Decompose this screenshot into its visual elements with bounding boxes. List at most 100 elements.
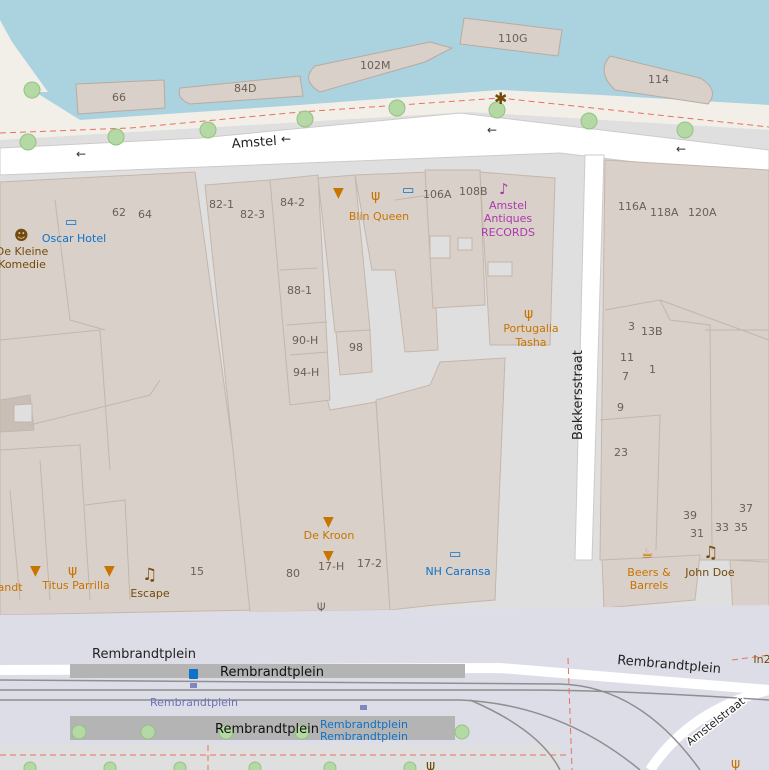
- boat-label-114: 114: [648, 73, 669, 86]
- house-number: 62: [112, 206, 126, 219]
- tram-stop-marker: [360, 705, 367, 710]
- house-number: 120A: [688, 206, 717, 219]
- house-number: 15: [190, 565, 204, 578]
- tree-icon: [676, 121, 694, 139]
- tree-icon: [199, 121, 217, 139]
- tree-icon: [296, 110, 314, 128]
- poi-label-de-kleine-komedie[interactable]: Komedie: [0, 258, 46, 271]
- poi-label-amstel-antiques[interactable]: RECORDS: [481, 226, 535, 239]
- tree-icon: [403, 761, 417, 770]
- tram-stop-marker: [190, 683, 197, 688]
- poi-label-de-kroon[interactable]: De Kroon: [304, 529, 355, 542]
- house-number: 17-H: [318, 560, 344, 573]
- tree-icon: [388, 99, 406, 117]
- hotel-icon[interactable]: ▭: [65, 215, 77, 230]
- poi-label-blin-queen[interactable]: Blin Queen: [349, 210, 409, 223]
- music-shop-icon[interactable]: ♪: [499, 180, 509, 198]
- house-number: 80: [286, 567, 300, 580]
- music-venue-icon[interactable]: ♫: [703, 543, 718, 563]
- house-number: 11: [620, 351, 634, 364]
- platform-label-top: Rembrandtplein: [220, 665, 324, 680]
- house-number: 118A: [650, 206, 679, 219]
- house-number: 3: [628, 320, 635, 333]
- poi-label-amstel-antiques[interactable]: Antiques: [484, 212, 533, 225]
- tree-icon: [454, 724, 470, 740]
- tree-icon: [323, 761, 337, 770]
- house-number: 7: [622, 370, 629, 383]
- oneway-arrow-icon: ←: [76, 147, 86, 161]
- poi-label-beers-barrels[interactable]: Beers &: [627, 566, 671, 579]
- bar-icon[interactable]: ▼: [104, 563, 115, 579]
- poi-label-in2[interactable]: In2: [753, 653, 769, 666]
- house-number: 13B: [641, 325, 663, 338]
- tree-icon: [173, 761, 187, 770]
- street-label-bakkersstraat: Bakkersstraat: [571, 350, 586, 440]
- restaurant-icon[interactable]: ψ: [731, 756, 740, 770]
- bottom-land: [0, 745, 560, 770]
- theatre-icon[interactable]: ☻: [14, 228, 29, 244]
- house-number: 35: [734, 521, 748, 534]
- oneway-arrow-icon: ←: [676, 142, 686, 156]
- attraction-icon[interactable]: ✱: [494, 89, 507, 108]
- restaurant-icon[interactable]: ψ: [371, 188, 380, 204]
- poi-label-titus-parrilla[interactable]: Titus Parrilla: [41, 579, 110, 592]
- restaurant-icon[interactable]: ψ: [524, 306, 533, 322]
- map-canvas[interactable]: 66 84D 102M 110G 114 ✱ ← ← ← ☻ ▭ ▼ ψ ▭ ♪…: [0, 0, 769, 770]
- street-label-amstel: Amstel: [231, 134, 277, 152]
- hotel-icon[interactable]: ▭: [449, 547, 461, 562]
- poi-label-oscar-hotel[interactable]: Oscar Hotel: [42, 232, 106, 245]
- boat-label-110g: 110G: [498, 32, 528, 45]
- boat-label-84d: 84D: [234, 82, 256, 95]
- restaurant-icon[interactable]: ψ: [68, 563, 77, 579]
- house-number: 64: [138, 208, 152, 221]
- bar-icon[interactable]: ▼: [323, 514, 334, 530]
- house-number: 82-1: [209, 198, 234, 211]
- music-venue-icon[interactable]: ♫: [142, 565, 157, 585]
- poi-label-nh-caransa[interactable]: NH Caransa: [425, 565, 490, 578]
- platform-label-bottom: Rembrandtplein: [215, 722, 319, 737]
- poi-label-de-kleine-komedie[interactable]: De Kleine: [0, 245, 49, 258]
- antenna-icon[interactable]: ⍦: [317, 598, 325, 614]
- house-number: 9: [617, 401, 624, 414]
- restaurant-icon[interactable]: ψ: [426, 758, 435, 770]
- poi-label-andt[interactable]: andt: [0, 581, 23, 594]
- house-number: 33: [715, 521, 729, 534]
- house-number: 116A: [618, 200, 647, 213]
- poi-label-john-doe[interactable]: John Doe: [684, 566, 735, 579]
- house-number: 1: [649, 363, 656, 376]
- hotel-icon[interactable]: ▭: [402, 183, 414, 198]
- poi-label-escape[interactable]: Escape: [130, 587, 169, 600]
- boat-label-102m: 102M: [360, 59, 391, 72]
- tree-icon: [140, 724, 156, 740]
- house-number: 17-2: [357, 557, 382, 570]
- house-number: 106A: [423, 188, 452, 201]
- poi-label-amstel-antiques[interactable]: Amstel: [489, 199, 527, 212]
- house-number: 94-H: [293, 366, 319, 379]
- tree-icon: [23, 81, 41, 99]
- cafe-icon[interactable]: ☕: [641, 546, 654, 562]
- bar-icon[interactable]: ▼: [30, 563, 41, 579]
- house-number: 98: [349, 341, 363, 354]
- house-number: 37: [739, 502, 753, 515]
- oneway-arrow-icon: ←: [487, 123, 497, 137]
- bar-icon[interactable]: ▼: [333, 185, 344, 201]
- tree-icon: [71, 724, 87, 740]
- house-number: 31: [690, 527, 704, 540]
- house-number: 108B: [459, 185, 488, 198]
- tree-icon: [23, 761, 37, 770]
- house-number: 39: [683, 509, 697, 522]
- street-label-rembrandtplein: Rembrandtplein: [92, 647, 196, 662]
- tree-icon: [580, 112, 598, 130]
- poi-label-portugalia[interactable]: Tasha: [514, 336, 546, 349]
- house-number: 88-1: [287, 284, 312, 297]
- house-number: 84-2: [280, 196, 305, 209]
- tree-icon: [103, 761, 117, 770]
- house-number: 23: [614, 446, 628, 459]
- poi-label-beers-barrels[interactable]: Barrels: [630, 579, 669, 592]
- poi-label-portugalia[interactable]: Portugalia: [503, 322, 558, 335]
- tree-icon: [248, 761, 262, 770]
- tram-stop-label[interactable]: Rembrandtplein: [150, 696, 238, 709]
- tram-stop-icon[interactable]: [189, 669, 198, 679]
- house-number: 82-3: [240, 208, 265, 221]
- tram-stop-label-b[interactable]: Rembrandtplein: [320, 730, 408, 743]
